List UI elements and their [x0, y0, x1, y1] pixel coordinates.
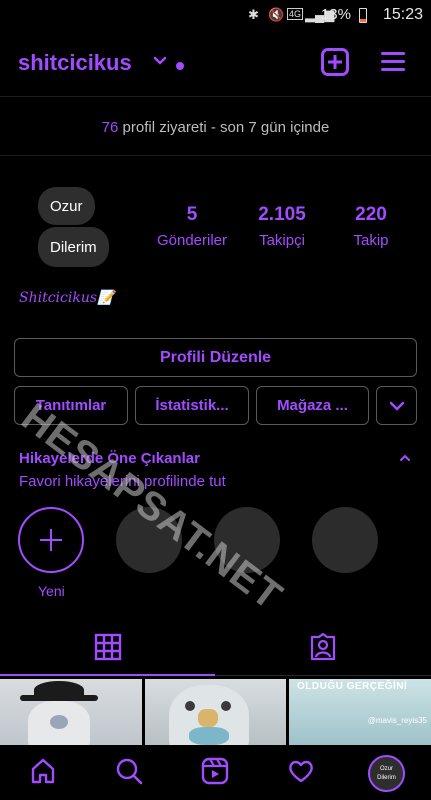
profile-tab-avatar[interactable]: Ozur Dilerim [368, 755, 405, 792]
chevron-up-icon[interactable] [398, 452, 412, 464]
post-thumbnail[interactable]: OLDUĞU GERÇEĞİNİ @mavis_reyis35 [289, 679, 431, 745]
status-bar: ✱ 🔇 4G ▂▄▆ 13% 15:23 [0, 0, 431, 30]
followers-count: 2.105 [258, 204, 306, 225]
new-highlight-button[interactable] [18, 507, 84, 573]
battery-icon [359, 8, 367, 23]
nav-avatar-line1: Ozur [379, 765, 393, 772]
reels-icon[interactable] [201, 757, 229, 785]
divider [0, 96, 431, 97]
active-tab-indicator [0, 674, 215, 676]
eye-shape [221, 701, 231, 711]
tagged-posts-icon[interactable] [310, 633, 336, 661]
divider [0, 155, 431, 156]
network-type-icon: 4G [287, 8, 304, 20]
more-options-button[interactable] [376, 386, 417, 425]
highlight-placeholder [312, 507, 378, 573]
grid-icon[interactable] [94, 633, 122, 661]
edit-profile-button[interactable]: Profili Düzenle [14, 338, 417, 377]
create-post-button[interactable] [321, 48, 349, 76]
heart-icon[interactable] [287, 757, 315, 785]
bottom-nav: Ozur Dilerim [0, 745, 431, 800]
profile-avatar-line2[interactable]: Dilerim [38, 227, 109, 267]
beak-shape [50, 715, 68, 729]
bluetooth-icon: ✱ [248, 7, 259, 22]
followers-label: Takipçi [259, 232, 305, 249]
chevron-down-icon[interactable] [153, 54, 167, 68]
divider [215, 675, 431, 676]
posts-stat[interactable]: 5 Gönderiler [150, 204, 234, 249]
new-highlight-label: Yeni [38, 583, 65, 599]
home-icon[interactable] [29, 757, 57, 785]
thumbnail-caption: OLDUĞU GERÇEĞİNİ [297, 681, 408, 692]
visits-count: 76 [101, 119, 119, 136]
following-count: 220 [355, 204, 387, 225]
profile-avatar-line1[interactable]: Ozur [38, 187, 95, 225]
following-stat[interactable]: 220 Takip [340, 204, 402, 249]
battery-percent: 13% [320, 6, 351, 23]
shop-button[interactable]: Mağaza ... [256, 386, 369, 425]
notification-dot [176, 62, 184, 70]
posts-count: 5 [186, 204, 198, 225]
nav-avatar-line2: Dilerim [377, 774, 396, 781]
bio-text: Shitcicikus📝 [19, 290, 115, 306]
clock: 15:23 [382, 6, 423, 23]
menu-icon[interactable] [381, 52, 405, 72]
insights-button[interactable]: İstatistik... [135, 386, 249, 425]
followers-stat[interactable]: 2.105 Takipçi [244, 204, 320, 249]
visits-text: profil ziyareti - son 7 gün içinde [122, 119, 330, 136]
feather-shape [189, 727, 229, 745]
posts-label: Gönderiler [156, 232, 228, 249]
eye-shape [185, 701, 195, 711]
search-icon[interactable] [115, 757, 143, 785]
username-switcher[interactable]: shitcicikus [18, 50, 132, 76]
chevron-down-icon [389, 401, 404, 411]
profile-visits-insight[interactable]: 76 profil ziyareti - son 7 gün içinde [0, 119, 431, 136]
post-thumbnail[interactable] [0, 679, 142, 745]
following-label: Takip [353, 232, 389, 249]
thumbnail-credit: @mavis_reyis35 [367, 716, 427, 725]
beak-shape [198, 709, 218, 727]
mute-icon: 🔇 [268, 7, 285, 22]
post-thumbnail[interactable] [145, 679, 286, 745]
